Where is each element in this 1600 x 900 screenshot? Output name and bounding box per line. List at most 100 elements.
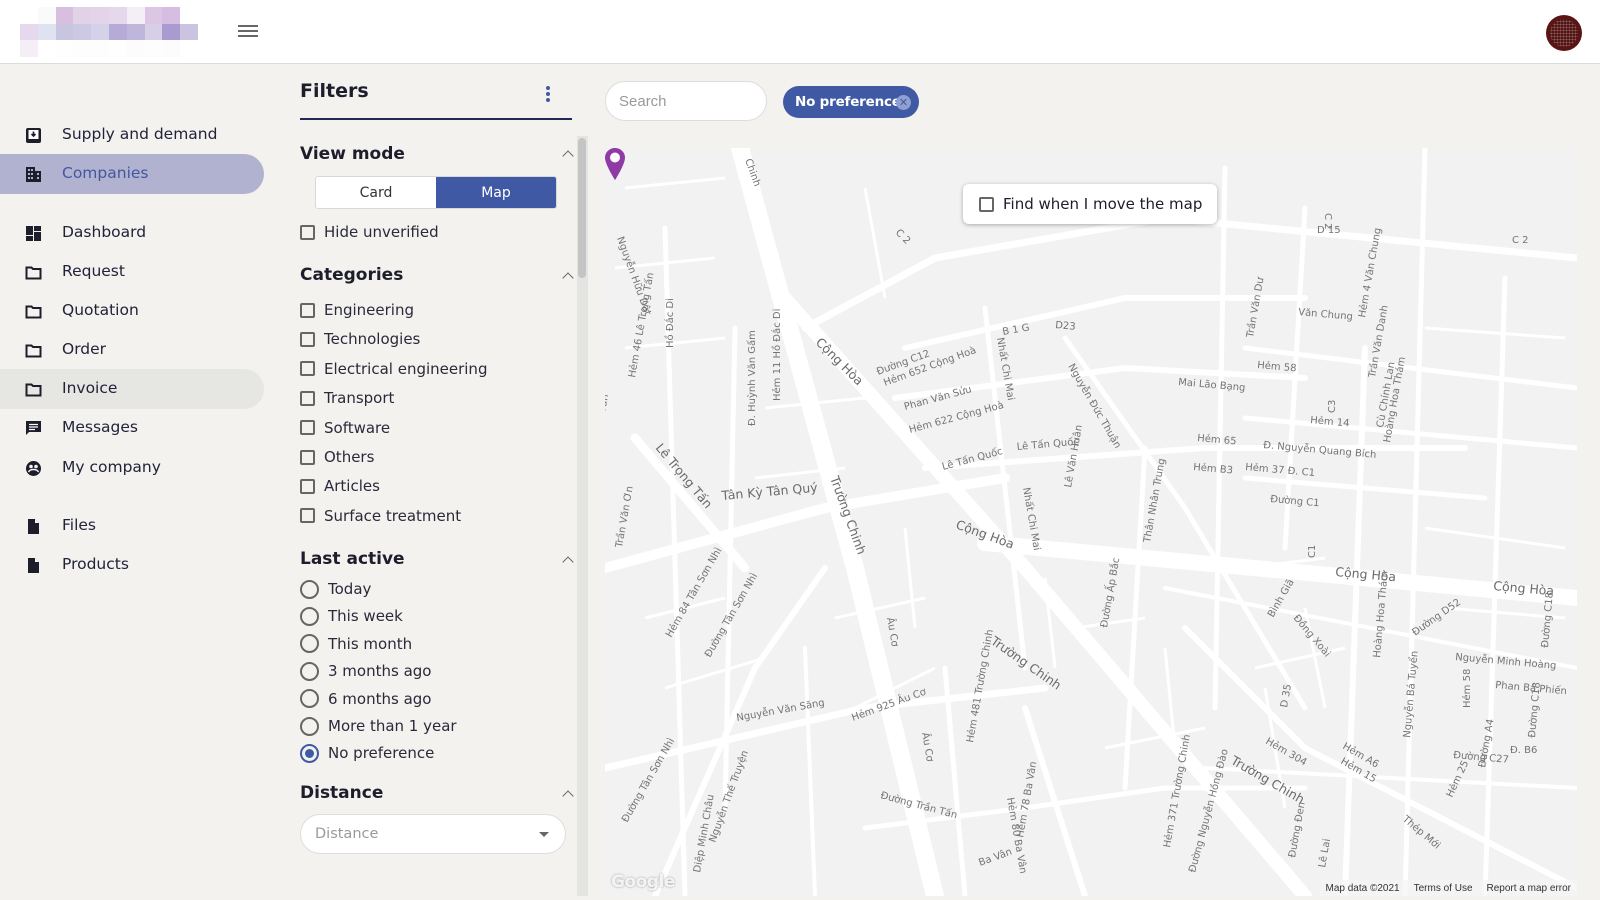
radio-icon[interactable]: [300, 716, 319, 736]
sidebar-item-request[interactable]: Request: [0, 252, 264, 292]
filters-panel: Filters View mode Card Map Hide unverifi…: [300, 64, 588, 900]
street-label: Đường Tân Sơn Nhì: [619, 736, 677, 825]
terms-of-use-link[interactable]: Terms of Use: [1414, 883, 1473, 894]
avatar[interactable]: [1546, 15, 1582, 51]
street-label: Tấn: [605, 393, 611, 414]
distance-select[interactable]: Distance: [300, 814, 566, 854]
dashboard-icon: [26, 226, 41, 241]
radio-icon[interactable]: [300, 606, 319, 626]
logo-tile: [162, 23, 181, 41]
categories-title: Categories: [300, 265, 404, 285]
company-logo[interactable]: [20, 7, 198, 57]
sidebar-item-label: Quotation: [62, 301, 139, 319]
last-active-radio[interactable]: This month: [300, 632, 412, 656]
street-label: D 35: [1279, 683, 1294, 708]
last-active-radio[interactable]: 3 months ago: [300, 659, 431, 683]
checkbox-label: Others: [324, 448, 375, 466]
sidebar-item-messages[interactable]: Messages: [0, 408, 264, 448]
checkbox-label: Transport: [324, 389, 395, 408]
street-label: Hẻm 65: [1197, 432, 1237, 447]
search-input[interactable]: [605, 81, 767, 121]
category-checkbox[interactable]: Articles: [300, 475, 380, 497]
checkbox-icon[interactable]: [300, 449, 315, 465]
street-label: Hẻm B3: [1193, 461, 1234, 476]
checkbox-icon[interactable]: [979, 196, 994, 212]
last-active-radio[interactable]: 6 months ago: [300, 687, 431, 711]
active-filter-chip[interactable]: No preference ✕: [783, 86, 919, 118]
map-canvas[interactable]: ChinhNguyễn Hữu Dật C 2Cộng HòaHẻm 46 Lê …: [605, 148, 1577, 896]
last-active-radio[interactable]: More than 1 year: [300, 714, 457, 738]
sidebar-item-files[interactable]: Files: [0, 506, 264, 546]
category-checkbox[interactable]: Transport: [300, 387, 394, 409]
collapse-view-mode-icon[interactable]: [562, 148, 572, 158]
folder-icon: [25, 344, 42, 358]
logo-tile: [144, 40, 163, 57]
logo-tile: [126, 23, 145, 41]
street-label: Âu Cơ: [919, 731, 937, 763]
checkbox-icon[interactable]: [300, 508, 315, 524]
street-label: C 2: [1512, 235, 1529, 246]
logo-tile: [126, 7, 145, 24]
category-checkbox[interactable]: Software: [300, 417, 390, 439]
google-logo: Google: [611, 872, 675, 892]
street-label: Hẻm 84 Tân Sơn Nhì: [663, 545, 724, 639]
find-when-move-map-checkbox[interactable]: Find when I move the map: [963, 184, 1217, 224]
sidebar-item-companies[interactable]: Companies: [0, 154, 264, 194]
street-label: Trần Văn Ơn: [613, 485, 636, 549]
category-checkbox[interactable]: Engineering: [300, 299, 414, 321]
checkbox-icon[interactable]: [300, 224, 315, 240]
sidebar-item-label: Request: [62, 262, 125, 280]
find-when-move-map-label: Find when I move the map: [1003, 195, 1203, 213]
radio-icon[interactable]: [300, 743, 319, 763]
radio-icon[interactable]: [300, 661, 319, 681]
sidebar-item-quotation[interactable]: Quotation: [0, 291, 264, 331]
collapse-categories-icon[interactable]: [562, 270, 572, 280]
collapse-last-active-icon[interactable]: [562, 554, 572, 564]
last-active-radio[interactable]: No preference: [300, 741, 434, 765]
sidebar-item-supply-and-demand[interactable]: Supply and demand: [0, 115, 264, 155]
checkbox-icon[interactable]: [300, 302, 315, 318]
street-label: Hẻm 25: [1444, 759, 1471, 800]
radio-icon[interactable]: [300, 579, 319, 599]
map-view[interactable]: Chinh Nguyễn Hữu Dật C 2 Cộng Hòa Hẻm 46 Lê …: [605, 148, 1577, 896]
street-label: Đ. B6: [1510, 745, 1537, 756]
category-checkbox[interactable]: Technologies: [300, 328, 420, 350]
street-label: Đ. Huỳnh Văn Gấm: [746, 330, 758, 426]
hamburger-menu-icon[interactable]: [236, 22, 260, 42]
street-label: Mai Lão Bạng: [1178, 377, 1246, 394]
checkbox-icon[interactable]: [300, 478, 315, 494]
checkbox-icon[interactable]: [300, 420, 315, 436]
street-label: Hẻm 481 Trường Chinh: [964, 628, 996, 743]
more-options-icon[interactable]: [545, 86, 551, 104]
checkbox-icon[interactable]: [300, 331, 315, 347]
map-marker-icon[interactable]: [605, 148, 625, 180]
close-icon[interactable]: ✕: [896, 95, 911, 110]
logo-tile: [73, 7, 92, 24]
hide-unverified-checkbox[interactable]: Hide unverified: [300, 221, 439, 243]
filters-scrollbar-thumb[interactable]: [578, 138, 586, 278]
radio-label: No preference: [328, 744, 435, 763]
sidebar-item-order[interactable]: Order: [0, 330, 264, 370]
checkbox-icon[interactable]: [300, 361, 315, 377]
street-label: Đường Ấp Bắc: [1096, 556, 1122, 628]
street-label: Hồ Đắc Di: [663, 298, 676, 348]
street-label: Cộng Hòa: [813, 335, 867, 389]
sidebar-item-invoice[interactable]: Invoice: [0, 369, 264, 409]
category-checkbox[interactable]: Others: [300, 446, 374, 468]
view-mode-map-button[interactable]: Map: [436, 177, 556, 208]
last-active-radio[interactable]: Today: [300, 577, 371, 601]
radio-icon[interactable]: [300, 689, 319, 709]
view-mode-card-button[interactable]: Card: [316, 177, 436, 208]
message-icon: [26, 421, 41, 435]
report-map-error-link[interactable]: Report a map error: [1487, 883, 1571, 894]
category-checkbox[interactable]: Surface treatment: [300, 505, 461, 527]
category-checkbox[interactable]: Electrical engineering: [300, 358, 487, 380]
last-active-radio[interactable]: This week: [300, 604, 403, 628]
sidebar-item-my-company[interactable]: My company: [0, 448, 264, 488]
radio-icon[interactable]: [300, 634, 319, 654]
collapse-distance-icon[interactable]: [562, 788, 572, 798]
checkbox-icon[interactable]: [300, 390, 315, 406]
sidebar-item-dashboard[interactable]: Dashboard: [0, 213, 264, 253]
logo-tile: [20, 23, 38, 41]
sidebar-item-products[interactable]: Products: [0, 545, 264, 585]
